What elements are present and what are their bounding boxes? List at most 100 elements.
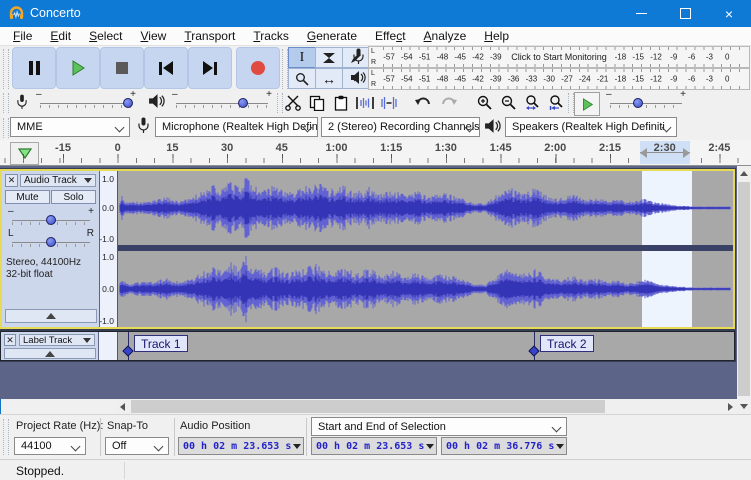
skip-to-start-button[interactable] bbox=[144, 47, 188, 89]
redo-button[interactable] bbox=[438, 92, 460, 114]
timeline-ruler[interactable]: -1501530451:001:151:301:452:002:152:302:… bbox=[0, 140, 751, 166]
project-rate-select[interactable]: 44100 bbox=[14, 437, 86, 455]
zoom-in-button[interactable] bbox=[474, 92, 496, 114]
mixer-toolbar-grip[interactable] bbox=[3, 93, 9, 113]
undo-button[interactable] bbox=[412, 92, 434, 114]
transport-toolbar-grip[interactable] bbox=[3, 49, 9, 89]
field-dropdown-icon[interactable] bbox=[293, 444, 301, 449]
recording-volume-slider[interactable]: – + bbox=[36, 92, 136, 110]
selection-end-field[interactable]: 00 h 02 m 36.776 s bbox=[441, 437, 567, 455]
time-shift-tool-button[interactable]: ↔ bbox=[315, 68, 343, 89]
menu-file[interactable]: File bbox=[4, 29, 41, 43]
pause-button[interactable] bbox=[12, 47, 56, 89]
playback-volume-slider[interactable]: – + bbox=[172, 92, 272, 110]
scroll-left-button[interactable] bbox=[115, 399, 129, 414]
cut-button[interactable] bbox=[282, 92, 304, 114]
label-track[interactable]: ✕ Label Track Track 1 Track 2 bbox=[0, 331, 735, 361]
envelope-tool-button[interactable] bbox=[315, 47, 343, 68]
play-button[interactable] bbox=[56, 47, 100, 89]
collapse-track-button[interactable] bbox=[5, 309, 97, 323]
label-marker-icon[interactable] bbox=[528, 345, 539, 356]
fit-selection-button[interactable] bbox=[522, 92, 544, 114]
selection-start-field[interactable]: 00 h 02 m 23.653 s bbox=[311, 437, 437, 455]
close-track-button[interactable]: ✕ bbox=[5, 174, 18, 187]
scroll-right-button[interactable] bbox=[723, 399, 737, 414]
copy-button[interactable] bbox=[306, 92, 328, 114]
minimize-button[interactable] bbox=[619, 0, 663, 27]
vertical-scrollbar-thumb[interactable] bbox=[738, 182, 750, 396]
meter-scale-label: -42 bbox=[472, 75, 484, 84]
recording-channels-select[interactable]: 2 (Stereo) Recording Channels bbox=[321, 117, 480, 137]
menu-transport[interactable]: Transport bbox=[175, 29, 244, 43]
zoom-out-button[interactable] bbox=[498, 92, 520, 114]
close-button[interactable]: × bbox=[707, 0, 751, 27]
waveform-display[interactable] bbox=[118, 171, 733, 327]
playback-meter[interactable]: L R -57-54-51-48-45-42-39-36-33-30-27-24… bbox=[368, 68, 750, 90]
snap-to-select[interactable]: Off bbox=[105, 437, 169, 455]
menu-tracks[interactable]: Tracks bbox=[244, 29, 298, 43]
timeline-tick-label: 2:30 bbox=[654, 142, 676, 154]
slider-thumb[interactable] bbox=[46, 215, 56, 225]
selection-left-handle-icon[interactable] bbox=[640, 148, 647, 158]
selection-toolbar-grip[interactable] bbox=[3, 419, 9, 455]
audio-track-menu-button[interactable]: Audio Track bbox=[20, 174, 96, 187]
label-text-box[interactable]: Track 2 bbox=[540, 335, 594, 352]
slider-thumb[interactable] bbox=[238, 98, 248, 108]
menu-analyze[interactable]: Analyze bbox=[415, 29, 476, 43]
recording-device-select[interactable]: Microphone (Realtek High Defini bbox=[155, 117, 318, 137]
scroll-up-button[interactable] bbox=[737, 166, 751, 181]
recording-meter[interactable]: L R -57-54-51-48-45-42-39-18-15-12-9-6-3… bbox=[368, 46, 750, 68]
scroll-down-button[interactable] bbox=[737, 399, 751, 414]
menu-select[interactable]: Select bbox=[80, 29, 131, 43]
maximize-button[interactable] bbox=[663, 0, 707, 27]
meter-scale-label: -9 bbox=[670, 53, 677, 62]
label-track-control-panel: ✕ Label Track bbox=[1, 332, 99, 360]
mute-button[interactable]: Mute bbox=[5, 190, 50, 204]
vertical-scale-ruler[interactable]: 1.00.0-1.01.00.0-1.0 bbox=[100, 171, 118, 327]
record-button[interactable] bbox=[236, 47, 280, 89]
menu-view[interactable]: View bbox=[132, 29, 176, 43]
device-toolbar-grip[interactable] bbox=[3, 118, 9, 138]
close-track-button[interactable]: ✕ bbox=[4, 334, 16, 346]
menu-generate[interactable]: Generate bbox=[298, 29, 366, 43]
paste-button[interactable] bbox=[330, 92, 352, 114]
collapse-track-button[interactable] bbox=[4, 348, 96, 359]
vertical-scale-label: 1.0 bbox=[102, 174, 114, 184]
field-dropdown-icon[interactable] bbox=[556, 444, 564, 449]
menu-effect[interactable]: Effect bbox=[366, 29, 415, 43]
selection-tool-button[interactable]: I bbox=[288, 47, 316, 68]
solo-button[interactable]: Solo bbox=[51, 190, 96, 204]
horizontal-scrollbar-thumb[interactable] bbox=[131, 400, 605, 413]
label-marker-icon[interactable] bbox=[122, 345, 133, 356]
audio-host-select[interactable]: MME bbox=[10, 117, 130, 137]
fit-project-button[interactable] bbox=[546, 92, 568, 114]
recording-meter-mic-icon[interactable] bbox=[352, 48, 365, 65]
zoom-tool-button[interactable] bbox=[288, 68, 316, 89]
monitoring-prompt[interactable]: Click to Start Monitoring bbox=[508, 52, 610, 62]
stop-button[interactable] bbox=[100, 47, 144, 89]
field-dropdown-icon[interactable] bbox=[426, 444, 434, 449]
playback-device-select[interactable]: Speakers (Realtek High Definiti bbox=[505, 117, 677, 137]
silence-audio-button[interactable] bbox=[378, 92, 400, 114]
trim-audio-button[interactable] bbox=[354, 92, 376, 114]
slider-thumb[interactable] bbox=[123, 98, 133, 108]
label-track-menu-button[interactable]: Label Track bbox=[19, 334, 95, 346]
status-message: Stopped. bbox=[16, 464, 64, 478]
skip-to-end-button[interactable] bbox=[188, 47, 232, 89]
title-bar[interactable]: Concerto × bbox=[0, 0, 751, 27]
menu-help[interactable]: Help bbox=[475, 29, 518, 43]
meter-scale-label: -3 bbox=[706, 75, 713, 84]
playback-speed-slider[interactable]: – + bbox=[606, 92, 686, 110]
audio-position-field[interactable]: 00 h 02 m 23.653 s bbox=[178, 437, 304, 455]
gain-slider[interactable]: – + bbox=[8, 209, 94, 227]
chevron-down-icon bbox=[154, 442, 164, 452]
label-text-box[interactable]: Track 1 bbox=[134, 335, 188, 352]
slider-thumb[interactable] bbox=[46, 237, 56, 247]
play-at-speed-button[interactable] bbox=[574, 92, 600, 116]
pan-slider[interactable]: L R bbox=[8, 231, 94, 249]
selection-right-handle-icon[interactable] bbox=[683, 148, 690, 158]
playback-meter-speaker-icon[interactable] bbox=[350, 70, 366, 85]
selection-mode-select[interactable]: Start and End of Selection bbox=[311, 417, 567, 436]
audio-track[interactable]: ✕ Audio Track Mute Solo – + L R bbox=[0, 169, 735, 329]
menu-edit[interactable]: Edit bbox=[41, 29, 80, 43]
